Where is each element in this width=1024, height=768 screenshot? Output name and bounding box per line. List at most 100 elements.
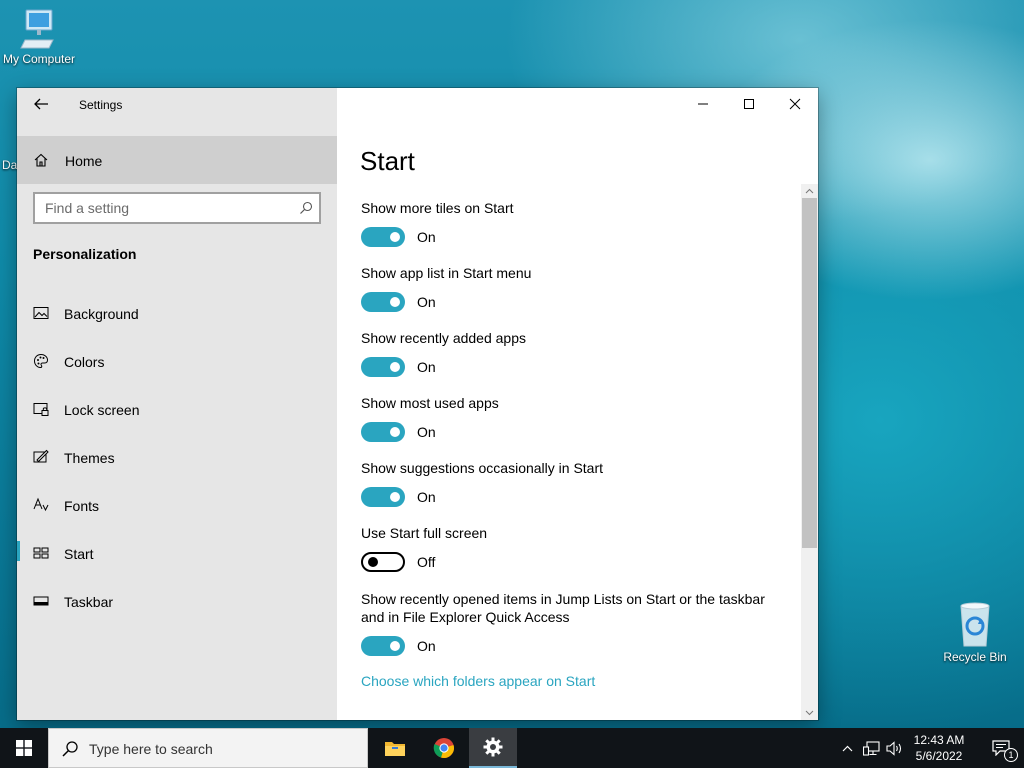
- windows-logo-icon: [16, 740, 32, 756]
- recycle-bin-icon: [960, 602, 990, 647]
- tray-volume-button[interactable]: [884, 728, 906, 768]
- themes-icon: [33, 449, 49, 463]
- nav-item-background[interactable]: Background: [17, 289, 337, 337]
- nav-item-lock-screen[interactable]: Lock screen: [17, 385, 337, 433]
- toggle-full-screen[interactable]: [361, 552, 405, 572]
- page-title: Start: [360, 146, 415, 176]
- palette-icon: [33, 353, 49, 369]
- fonts-icon: [33, 497, 49, 512]
- toggle-knob: [390, 362, 400, 372]
- tray-network-button[interactable]: [860, 728, 882, 768]
- toggle-jump-lists[interactable]: [361, 636, 405, 656]
- taskbar-icon: [33, 596, 49, 606]
- toggle-state: Off: [417, 554, 436, 570]
- desktop-icon-label: Recycle Bin: [943, 650, 1007, 664]
- desktop-icon-label: My Computer: [2, 52, 76, 66]
- notification-count-badge: 1: [1004, 748, 1018, 762]
- nav-item-label: Start: [64, 546, 94, 562]
- toggle-knob: [390, 641, 400, 651]
- scroll-thumb[interactable]: [802, 198, 817, 548]
- setting-label: Show most used apps: [361, 395, 499, 411]
- back-arrow-icon: [34, 98, 48, 110]
- file-explorer-icon: [385, 742, 405, 756]
- toggle-suggestions[interactable]: [361, 487, 405, 507]
- window-title: Settings: [79, 98, 123, 112]
- search-icon: [62, 741, 78, 757]
- desktop-icon-recycle-bin[interactable]: Recycle Bin: [933, 602, 1017, 664]
- action-center-button[interactable]: 1: [978, 728, 1024, 768]
- maximize-button[interactable]: [726, 88, 772, 120]
- title-bar: Settings: [17, 88, 337, 120]
- computer-icon: [20, 9, 54, 49]
- picture-icon: [33, 307, 49, 319]
- choose-folders-link[interactable]: Choose which folders appear on Start: [361, 673, 595, 689]
- nav-item-themes[interactable]: Themes: [17, 433, 337, 481]
- setting-label: Use Start full screen: [361, 525, 488, 541]
- maximize-icon: [744, 99, 754, 109]
- setting-suggestions: Show suggestions occasionally in Start O…: [361, 459, 781, 509]
- toggle-state: On: [417, 424, 436, 440]
- minimize-icon: [698, 103, 708, 105]
- speaker-icon: [886, 740, 902, 756]
- nav-item-start[interactable]: Start: [17, 529, 337, 577]
- desktop-icon-label-clipped: Da: [2, 158, 18, 172]
- setting-app-list: Show app list in Start menu On: [361, 264, 781, 314]
- setting-label: Show suggestions occasionally in Start: [361, 460, 604, 476]
- taskbar-app-file-explorer[interactable]: [371, 728, 419, 768]
- close-button[interactable]: [772, 88, 818, 120]
- nav-item-label: Lock screen: [64, 402, 140, 418]
- toggle-recently-added[interactable]: [361, 357, 405, 377]
- tray-show-hidden-button[interactable]: [838, 728, 856, 768]
- search-icon[interactable]: [299, 201, 313, 215]
- setting-full-screen: Use Start full screen Off: [361, 524, 781, 574]
- taskbar-app-settings[interactable]: [469, 728, 517, 768]
- toggle-more-tiles[interactable]: [361, 227, 405, 247]
- setting-more-tiles: Show more tiles on Start On: [361, 199, 781, 249]
- setting-jump-lists: Show recently opened items in Jump Lists…: [361, 590, 771, 658]
- back-button[interactable]: [27, 92, 55, 116]
- close-icon: [789, 98, 801, 110]
- nav-item-colors[interactable]: Colors: [17, 337, 337, 385]
- toggle-state: On: [417, 229, 436, 245]
- taskbar-search-text: Type here to search: [89, 741, 213, 757]
- network-icon: [862, 740, 880, 756]
- nav-item-fonts[interactable]: Fonts: [17, 481, 337, 529]
- lock-screen-icon: [33, 403, 49, 416]
- start-tiles-icon: [33, 547, 49, 559]
- setting-recently-added: Show recently added apps On: [361, 329, 781, 379]
- scroll-up-button[interactable]: [801, 184, 818, 198]
- taskbar-search-box[interactable]: Type here to search: [48, 728, 368, 768]
- content-scrollbar[interactable]: [801, 184, 818, 720]
- nav-item-label: Fonts: [64, 498, 100, 514]
- toggle-app-list[interactable]: [361, 292, 405, 312]
- taskbar-clock[interactable]: 12:43 AM 5/6/2022: [906, 732, 972, 764]
- toggle-state: On: [417, 638, 436, 654]
- minimize-button[interactable]: [680, 88, 726, 120]
- chevron-down-icon: [805, 710, 814, 716]
- section-heading-personalization: Personalization: [33, 246, 137, 262]
- toggle-state: On: [417, 294, 436, 310]
- chevron-up-icon: [805, 188, 814, 194]
- nav-item-taskbar[interactable]: Taskbar: [17, 577, 337, 625]
- setting-label: Show app list in Start menu: [361, 265, 532, 281]
- desktop-icon-my-computer[interactable]: My Computer: [0, 8, 81, 66]
- taskbar-app-chrome[interactable]: [420, 728, 468, 768]
- scroll-down-button[interactable]: [801, 706, 818, 720]
- setting-most-used: Show most used apps On: [361, 394, 781, 444]
- nav-item-label: Themes: [64, 450, 115, 466]
- toggle-most-used[interactable]: [361, 422, 405, 442]
- toggle-knob: [390, 297, 400, 307]
- clock-date: 5/6/2022: [915, 749, 963, 763]
- home-icon: [34, 153, 48, 167]
- setting-label: Show more tiles on Start: [361, 200, 514, 216]
- setting-label: Show recently added apps: [361, 330, 526, 346]
- clock-time: 12:43 AM: [913, 733, 965, 747]
- nav-home[interactable]: Home: [17, 136, 337, 184]
- toggle-knob: [368, 557, 378, 567]
- start-button[interactable]: [0, 728, 48, 768]
- toggle-knob: [390, 492, 400, 502]
- toggle-state: On: [417, 489, 436, 505]
- find-setting-input[interactable]: [35, 194, 290, 222]
- find-setting-box: [33, 192, 321, 224]
- nav-item-label: Colors: [64, 354, 105, 370]
